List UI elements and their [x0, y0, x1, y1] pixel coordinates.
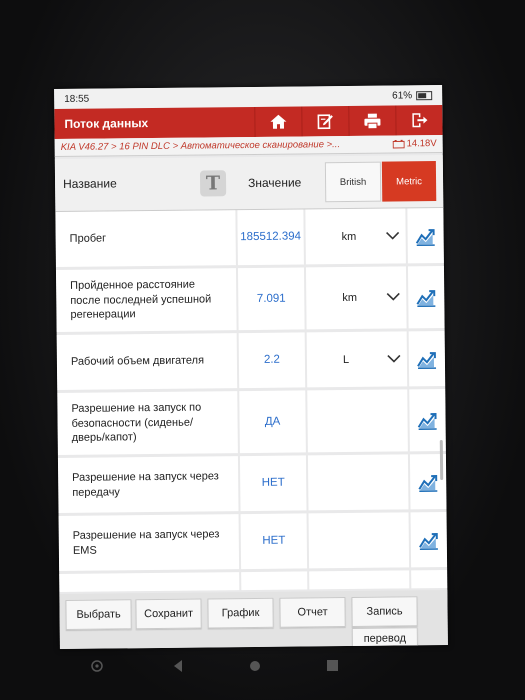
row-value: 2.2 — [238, 332, 306, 389]
row-value-partial — [241, 571, 308, 593]
home-button[interactable] — [254, 106, 302, 137]
graph-button[interactable] — [410, 511, 448, 568]
table-header: Название T Значение British Metric — [54, 154, 444, 213]
android-nav-bar — [60, 655, 460, 679]
graph-button[interactable] — [407, 265, 445, 329]
chart-icon — [418, 529, 439, 550]
column-name-header: Название — [62, 176, 117, 191]
row-name: Разрешение на запуск по безопасности (си… — [57, 391, 238, 456]
battery-percent: 61% — [392, 89, 413, 102]
edit-button[interactable] — [301, 105, 349, 137]
unit-select[interactable]: L — [306, 331, 408, 388]
report-button[interactable]: Отчет — [279, 597, 346, 628]
row-value: НЕТ — [240, 513, 308, 570]
app-toolbar: Поток данных — [54, 104, 443, 140]
exit-button[interactable] — [395, 104, 443, 136]
edit-icon — [317, 114, 333, 130]
exit-icon — [412, 113, 428, 128]
breadcrumb: KIA V46.27 > 16 PIN DLC > Автоматическое… — [54, 134, 443, 158]
row-unit-partial — [309, 570, 410, 593]
table-row[interactable]: Разрешение на запуск через EMS НЕТ — [58, 511, 448, 574]
graph-button[interactable] — [407, 207, 444, 264]
row-name: Пробег — [55, 210, 236, 268]
tablet-screen: 18:55 61% Поток данных KIA V46.27 > 16 P… — [54, 84, 448, 650]
chart-icon — [418, 471, 439, 492]
row-unit-empty — [307, 389, 408, 453]
status-right: 61% — [392, 89, 433, 102]
breadcrumb-path: KIA V46.27 > 16 PIN DLC > Автоматическое… — [60, 139, 341, 153]
save-button[interactable]: Сохранит — [135, 598, 202, 630]
chart-icon — [416, 348, 438, 369]
record-button[interactable]: Запись — [351, 596, 418, 627]
table-row[interactable]: Пробег 185512.394 km — [55, 207, 444, 270]
unit-select[interactable]: km — [305, 208, 406, 265]
row-name-partial — [59, 572, 240, 593]
table-row-partial — [59, 569, 448, 593]
row-name: Разрешение на запуск через EMS — [58, 514, 240, 572]
chart-icon — [416, 287, 437, 308]
print-button[interactable] — [348, 105, 396, 136]
graph-mode-button[interactable]: График — [207, 597, 274, 629]
recent-apps-icon[interactable] — [326, 659, 339, 672]
voltage-value: 14.18V — [406, 138, 437, 150]
page-title: Поток данных — [64, 116, 149, 131]
back-icon[interactable] — [172, 659, 184, 673]
status-time: 18:55 — [64, 93, 90, 105]
chart-icon — [417, 410, 438, 431]
row-graph-partial — [411, 569, 448, 593]
row-name: Разрешение на запуск через передачу — [57, 456, 239, 514]
row-name: Рабочий объем двигателя — [56, 333, 238, 391]
bottom-action-bar: Выбрать Сохранит График Отчет Запись пер… — [59, 589, 448, 650]
battery-icon — [416, 90, 433, 100]
row-value: 7.091 — [237, 267, 305, 331]
row-value: НЕТ — [239, 455, 307, 512]
row-name: Пройденное расстояние после последней ус… — [55, 268, 237, 333]
data-stream-list: Пробег 185512.394 km Пройденное расстоян… — [55, 207, 448, 593]
unit-british-button[interactable]: British — [324, 161, 382, 203]
battery-voltage-icon — [392, 139, 405, 149]
row-unit: km — [341, 230, 357, 243]
unit-select[interactable]: km — [305, 266, 407, 330]
column-value-header: Значение — [247, 175, 302, 191]
unit-metric-button[interactable]: Metric — [381, 161, 437, 202]
chart-icon — [415, 225, 436, 246]
row-unit-empty — [308, 512, 410, 569]
row-unit: km — [342, 291, 358, 305]
row-value: ДА — [239, 390, 306, 454]
table-row[interactable]: Разрешение на запуск по безопасности (си… — [57, 388, 446, 458]
row-unit-empty — [307, 454, 409, 511]
text-size-button[interactable]: T — [199, 170, 227, 197]
table-row[interactable]: Разрешение на запуск через передачу НЕТ — [57, 453, 447, 516]
voltage-indicator: 14.18V — [392, 138, 437, 150]
row-value: 185512.394 — [237, 209, 304, 266]
home-icon — [270, 114, 287, 129]
select-button[interactable]: Выбрать — [65, 599, 132, 630]
print-icon — [364, 113, 381, 129]
graph-button[interactable] — [408, 330, 446, 387]
chevron-down-icon — [386, 292, 400, 301]
assistant-icon[interactable] — [90, 659, 104, 673]
row-unit: L — [342, 353, 350, 366]
chevron-down-icon — [387, 354, 401, 363]
table-row[interactable]: Рабочий объем двигателя 2.2 L — [56, 330, 446, 393]
scrollbar[interactable] — [439, 439, 444, 481]
chevron-down-icon — [386, 231, 400, 240]
table-row[interactable]: Пройденное расстояние после последней ус… — [55, 265, 445, 335]
home-nav-icon[interactable] — [248, 659, 262, 673]
